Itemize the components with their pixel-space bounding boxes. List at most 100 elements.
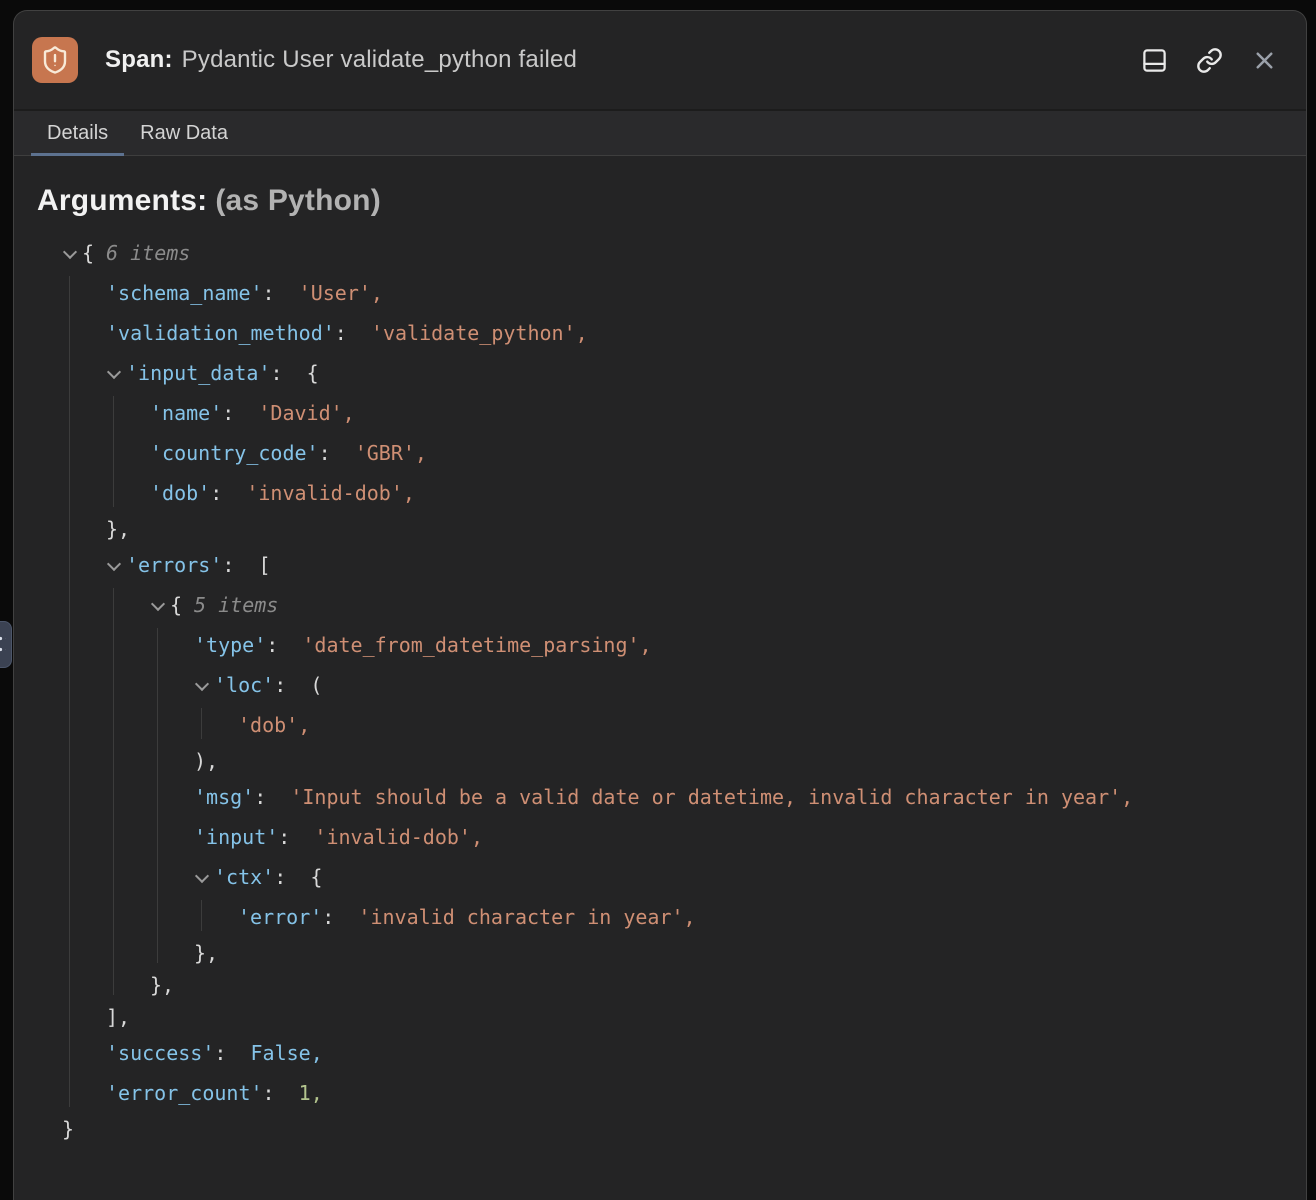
- code-children-group: 'name': 'David','country_code': 'GBR','d…: [37, 393, 1286, 513]
- tab-details-label: Details: [47, 122, 108, 145]
- code-line-expandable: 'errors': [: [37, 545, 1286, 585]
- panel-header: Span: Pydantic User validate_python faile…: [14, 11, 1306, 109]
- span-detail-panel: Span: Pydantic User validate_python faile…: [13, 10, 1307, 1200]
- code-token-punc: :: [319, 440, 355, 466]
- code-line: 'schema_name': 'User',: [37, 273, 1286, 313]
- panel-bottom-icon: [1141, 47, 1168, 74]
- code-tree: {6 items'schema_name': 'User','validatio…: [37, 233, 1286, 1145]
- code-token-str: 'GBR',: [355, 440, 427, 466]
- code-line: }: [37, 1113, 1286, 1145]
- code-line: 'error': 'invalid character in year',: [37, 897, 1286, 937]
- code-token-key: 'name': [150, 400, 222, 426]
- panel-title-text: Pydantic User validate_python failed: [182, 46, 577, 73]
- dock-panel-bottom-button[interactable]: [1138, 44, 1170, 76]
- code-token-punc: :: [322, 904, 358, 930]
- code-children-group: 'type': 'date_from_datetime_parsing', 'lo…: [37, 625, 1286, 969]
- code-children-group: 'schema_name': 'User','validation_method…: [37, 273, 1286, 1113]
- chevron-down-icon[interactable]: [194, 867, 214, 887]
- code-token-key: 'input_data': [126, 360, 271, 386]
- code-token-key: 'country_code': [150, 440, 319, 466]
- arguments-heading-text: Arguments:: [37, 184, 207, 217]
- link-icon: [1196, 47, 1223, 74]
- code-children-group: 'error': 'invalid character in year',: [37, 897, 1286, 937]
- code-line: 'type': 'date_from_datetime_parsing',: [37, 625, 1286, 665]
- code-token-punc: ],: [106, 1004, 130, 1030]
- code-token-key: 'errors': [126, 552, 222, 578]
- chevron-down-icon[interactable]: [150, 595, 170, 615]
- arguments-heading-suffix: (as Python): [215, 184, 381, 217]
- code-token-punc: },: [194, 940, 218, 966]
- code-line: 'country_code': 'GBR',: [37, 433, 1286, 473]
- code-children-group: {5 items'type': 'date_from_datetime_pars…: [37, 585, 1286, 1001]
- code-token-key: 'schema_name': [106, 280, 263, 306]
- header-actions: [1138, 44, 1280, 76]
- code-line: },: [37, 937, 1286, 969]
- code-token-punc: :: [263, 280, 299, 306]
- copy-link-button[interactable]: [1193, 44, 1225, 76]
- code-token-key: 'msg': [194, 784, 254, 810]
- code-token-str: 'User',: [299, 280, 383, 306]
- code-line-expandable: {5 items: [37, 585, 1286, 625]
- code-token-punc: }: [62, 1116, 74, 1142]
- code-token-punc: },: [106, 516, 130, 542]
- code-token-str: 'dob',: [238, 712, 310, 738]
- shield-alert-icon: [32, 37, 78, 83]
- code-line: 'dob': 'invalid-dob',: [37, 473, 1286, 513]
- panel-title: Span: Pydantic User validate_python faile…: [105, 46, 577, 74]
- code-token-str: 'invalid-dob',: [246, 480, 415, 506]
- tab-raw-data[interactable]: Raw Data: [124, 111, 244, 155]
- code-token-meta: 5 items: [194, 592, 278, 618]
- code-token-key: 'loc': [214, 672, 274, 698]
- code-line-expandable: 'ctx': {: [37, 857, 1286, 897]
- code-token-punc: : (: [274, 672, 322, 698]
- code-children-group: 'dob',: [37, 705, 1286, 745]
- code-line: 'validation_method': 'validate_python',: [37, 313, 1286, 353]
- code-token-key: 'validation_method': [106, 320, 335, 346]
- code-token-punc: :: [254, 784, 290, 810]
- code-line: 'dob',: [37, 705, 1286, 745]
- code-token-punc: :: [263, 1080, 299, 1106]
- code-token-str: 'validate_python',: [371, 320, 588, 346]
- code-line: 'name': 'David',: [37, 393, 1286, 433]
- tab-bar: Details Raw Data: [14, 109, 1306, 156]
- code-token-kw: False,: [251, 1040, 323, 1066]
- chevron-down-icon[interactable]: [194, 675, 214, 695]
- code-token-punc: :: [210, 480, 246, 506]
- code-token-key: 'error': [238, 904, 322, 930]
- chevron-down-icon[interactable]: [62, 243, 82, 263]
- tab-raw-data-label: Raw Data: [140, 122, 228, 145]
- code-line: },: [37, 969, 1286, 1001]
- code-token-punc: {: [82, 240, 94, 266]
- code-token-punc: :: [278, 824, 314, 850]
- code-token-key: 'dob': [150, 480, 210, 506]
- tab-details[interactable]: Details: [31, 111, 124, 155]
- code-token-key: 'success': [106, 1040, 214, 1066]
- code-token-num: 1,: [299, 1080, 323, 1106]
- code-token-punc: :: [214, 1040, 250, 1066]
- chevron-down-icon[interactable]: [106, 363, 126, 383]
- code-token-str: 'invalid character in year',: [358, 904, 695, 930]
- code-line: 'input': 'invalid-dob',: [37, 817, 1286, 857]
- chevron-down-icon[interactable]: [106, 555, 126, 575]
- code-line-expandable: 'input_data': {: [37, 353, 1286, 393]
- panel-resize-handle[interactable]: [0, 621, 12, 668]
- code-token-punc: :: [335, 320, 371, 346]
- code-token-punc: : {: [274, 864, 322, 890]
- code-line: 'msg': 'Input should be a valid date or …: [37, 777, 1286, 817]
- grip-dots-icon: [0, 632, 6, 658]
- code-token-str: 'date_from_datetime_parsing',: [302, 632, 651, 658]
- code-token-str: 'Input should be a valid date or datetim…: [290, 784, 1133, 810]
- code-token-str: 'invalid-dob',: [314, 824, 483, 850]
- code-token-key: 'type': [194, 632, 266, 658]
- code-token-punc: :: [222, 400, 258, 426]
- code-token-punc: :: [266, 632, 302, 658]
- close-panel-button[interactable]: [1248, 44, 1280, 76]
- panel-title-prefix: Span:: [105, 46, 173, 73]
- code-token-key: 'error_count': [106, 1080, 263, 1106]
- code-token-punc: {: [170, 592, 182, 618]
- code-line: 'success': False,: [37, 1033, 1286, 1073]
- code-token-punc: },: [150, 972, 174, 998]
- code-token-punc: ),: [194, 748, 218, 774]
- close-icon: [1251, 47, 1278, 74]
- code-token-str: 'David',: [258, 400, 354, 426]
